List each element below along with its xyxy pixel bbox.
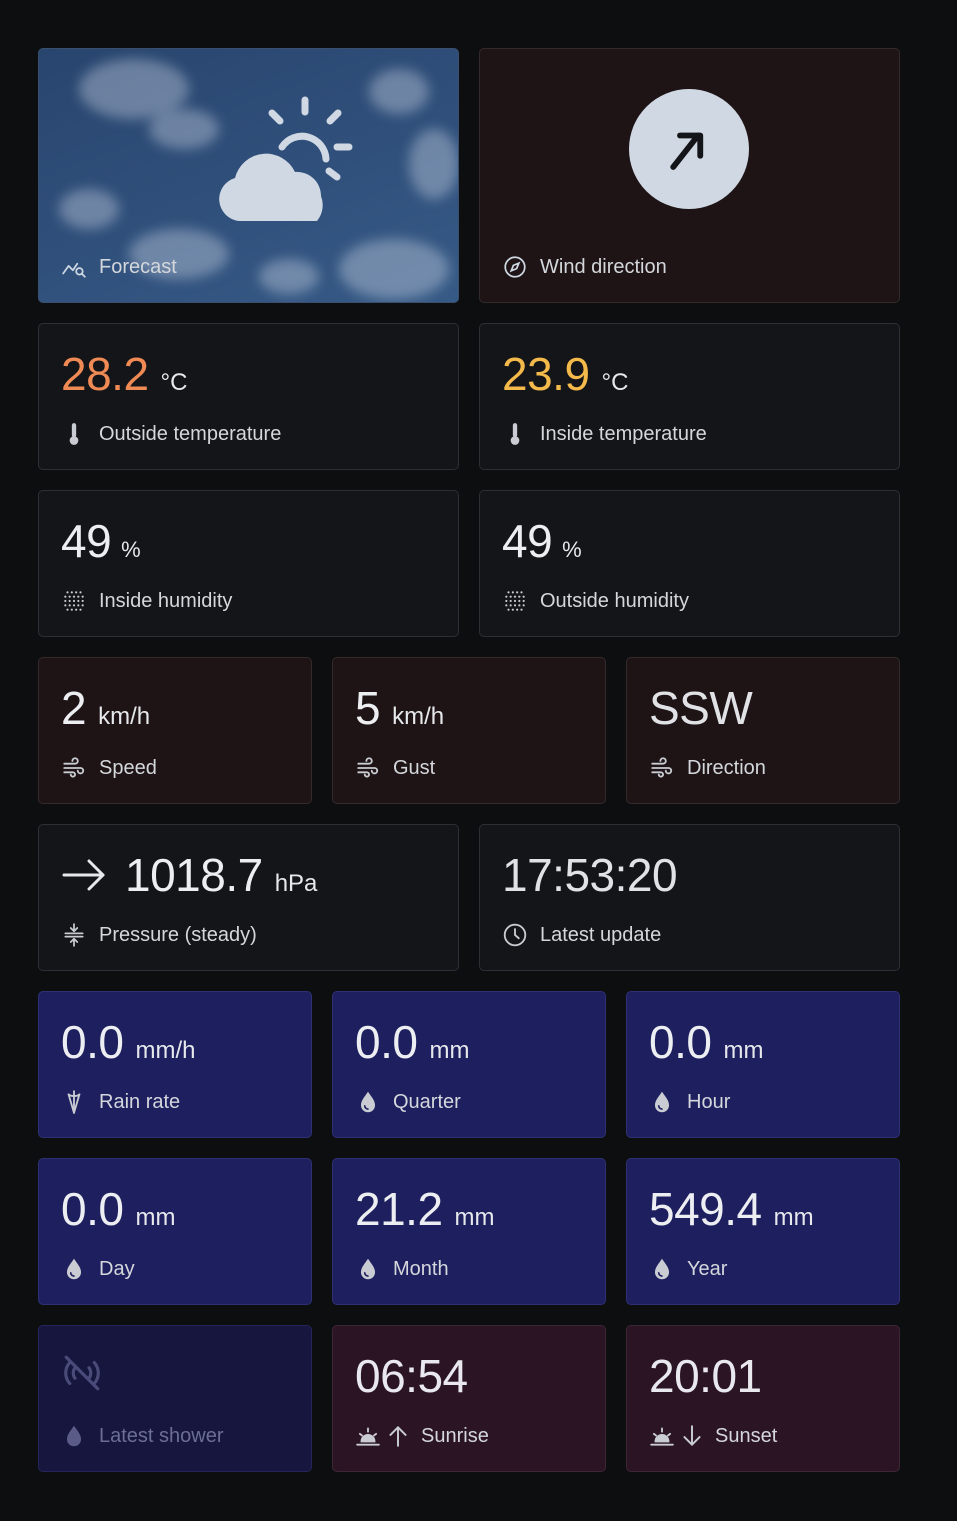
umbrella-icon — [61, 1089, 87, 1115]
humidity-dots-icon — [502, 588, 528, 614]
rain-day-card[interactable]: 0.0 mm Day — [38, 1158, 312, 1305]
pressure-icon — [61, 922, 87, 948]
inside-humidity-value: 49 — [61, 515, 112, 567]
temperature-unit: °C — [160, 369, 188, 396]
rain-year-card[interactable]: 549.4 mm Year — [626, 1158, 900, 1305]
clock-icon — [502, 922, 528, 948]
chart-search-icon — [61, 254, 87, 280]
latest-update-card[interactable]: 17:53:20 Latest update — [479, 824, 900, 971]
rain-hour-label: Hour — [687, 1090, 731, 1113]
outside-temperature-value: 28.2 — [61, 348, 149, 400]
wind-speed-value: 2 — [61, 682, 87, 734]
latest-shower-card[interactable]: Latest shower — [38, 1325, 312, 1472]
forecast-label: Forecast — [99, 255, 177, 278]
wind-gust-value: 5 — [355, 682, 381, 734]
pressure-card[interactable]: 1018.7 hPa Pressure (steady) — [38, 824, 459, 971]
wind-direction-label: Wind direction — [540, 255, 667, 278]
rain-quarter-label: Quarter — [393, 1090, 461, 1113]
pressure-value: 1018.7 — [125, 849, 263, 901]
latest-update-value: 17:53:20 — [502, 849, 678, 901]
partly-cloudy-icon — [219, 96, 353, 221]
rain-quarter-unit: mm — [429, 1037, 470, 1064]
droplet-icon — [61, 1256, 87, 1282]
rain-rate-value: 0.0 — [61, 1016, 124, 1068]
rain-rate-label: Rain rate — [99, 1090, 181, 1113]
droplet-icon — [355, 1256, 381, 1282]
sunrise-label: Sunrise — [421, 1424, 489, 1447]
outside-temperature-label: Outside temperature — [99, 422, 282, 445]
inside-temperature-value: 23.9 — [502, 348, 590, 400]
humidity-dots-icon — [61, 588, 87, 614]
pressure-label: Pressure (steady) — [99, 923, 257, 946]
rain-year-unit: mm — [773, 1204, 814, 1231]
pressure-unit: hPa — [274, 870, 318, 897]
inside-temperature-label: Inside temperature — [540, 422, 707, 445]
no-signal-icon — [64, 1355, 100, 1391]
droplet-icon — [649, 1256, 675, 1282]
rain-hour-card[interactable]: 0.0 mm Hour — [626, 991, 900, 1138]
droplet-icon — [61, 1423, 87, 1449]
wind-direction-card[interactable]: Wind direction — [479, 48, 900, 303]
wind-icon — [61, 755, 87, 781]
latest-shower-label: Latest shower — [99, 1424, 224, 1447]
outside-humidity-value: 49 — [502, 515, 553, 567]
wind-direction-value: SSW — [649, 682, 753, 734]
direction-label: Direction — [687, 756, 766, 779]
wind-speed-card[interactable]: 2 km/h Speed — [38, 657, 312, 804]
rain-year-label: Year — [687, 1257, 728, 1280]
arrow-up-right-icon — [670, 132, 704, 170]
thermometer-icon — [502, 421, 528, 447]
wind-direction-text-card[interactable]: SSW Direction — [626, 657, 900, 804]
latest-update-label: Latest update — [540, 923, 662, 946]
inside-humidity-card[interactable]: 49 % Inside humidity — [38, 490, 459, 637]
inside-temperature-card[interactable]: 23.9 °C Inside temperature — [479, 323, 900, 470]
forecast-card[interactable]: Forecast — [38, 48, 459, 303]
rain-hour-unit: mm — [723, 1037, 764, 1064]
temperature-unit: °C — [601, 369, 629, 396]
wind-gust-unit: km/h — [392, 703, 445, 730]
compass-icon — [502, 254, 528, 280]
sunset-value: 20:01 — [649, 1350, 762, 1402]
rain-day-unit: mm — [135, 1204, 176, 1231]
rain-quarter-value: 0.0 — [355, 1016, 418, 1068]
sunset-icon — [649, 1423, 675, 1449]
sunrise-value: 06:54 — [355, 1350, 468, 1402]
droplet-icon — [649, 1089, 675, 1115]
humidity-unit: % — [562, 537, 582, 562]
outside-humidity-label: Outside humidity — [540, 589, 689, 612]
wind-gust-card[interactable]: 5 km/h Gust — [332, 657, 606, 804]
wind-icon — [649, 755, 675, 781]
rain-day-value: 0.0 — [61, 1183, 124, 1235]
wind-speed-unit: km/h — [98, 703, 151, 730]
rain-hour-value: 0.0 — [649, 1016, 712, 1068]
sunset-card[interactable]: 20:01 Sunset — [626, 1325, 900, 1472]
sunrise-icon — [355, 1423, 381, 1449]
arrow-up-icon — [385, 1423, 411, 1449]
wind-gust-label: Gust — [393, 756, 436, 779]
rain-month-label: Month — [393, 1257, 449, 1280]
wind-speed-label: Speed — [99, 756, 157, 779]
outside-temperature-card[interactable]: 28.2 °C Outside temperature — [38, 323, 459, 470]
sunrise-card[interactable]: 06:54 Sunrise — [332, 1325, 606, 1472]
wind-icon — [355, 755, 381, 781]
sunset-label: Sunset — [715, 1424, 778, 1447]
rain-year-value: 549.4 — [649, 1183, 762, 1235]
rain-month-unit: mm — [454, 1204, 495, 1231]
rain-quarter-card[interactable]: 0.0 mm Quarter — [332, 991, 606, 1138]
wind-direction-dial — [629, 89, 749, 209]
rain-month-card[interactable]: 21.2 mm Month — [332, 1158, 606, 1305]
inside-humidity-label: Inside humidity — [99, 589, 233, 612]
droplet-icon — [355, 1089, 381, 1115]
humidity-unit: % — [121, 537, 141, 562]
arrow-right-icon — [62, 859, 105, 891]
arrow-down-icon — [679, 1423, 705, 1449]
thermometer-icon — [61, 421, 87, 447]
rain-day-label: Day — [99, 1257, 135, 1280]
rain-month-value: 21.2 — [355, 1183, 443, 1235]
rain-rate-card[interactable]: 0.0 mm/h Rain rate — [38, 991, 312, 1138]
outside-humidity-card[interactable]: 49 % Outside humidity — [479, 490, 900, 637]
rain-rate-unit: mm/h — [135, 1037, 196, 1064]
